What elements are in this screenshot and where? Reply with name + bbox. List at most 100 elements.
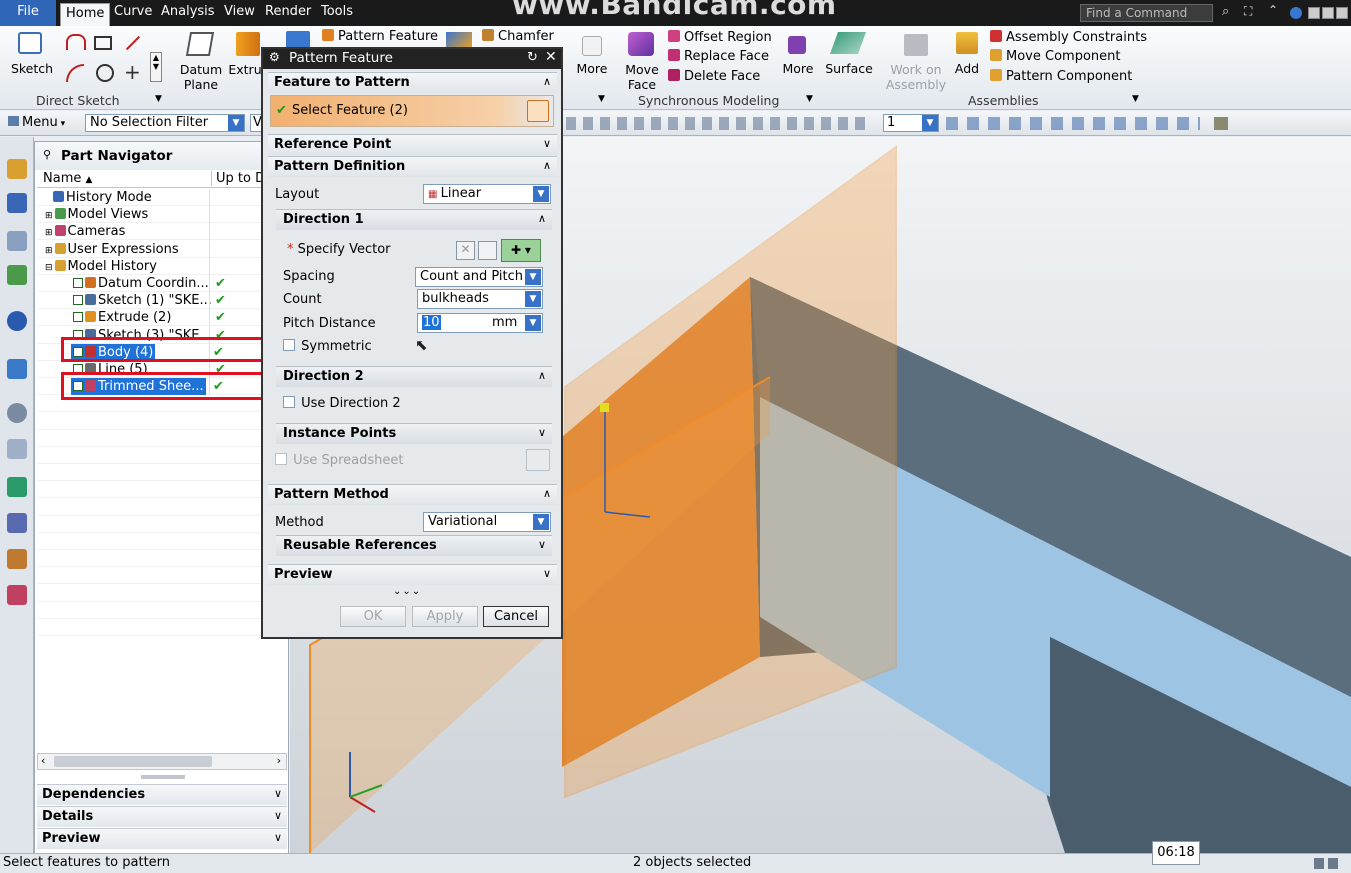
roles-tab-icon[interactable] — [7, 477, 27, 497]
more-sync-button[interactable]: More — [778, 61, 818, 76]
assemblies-dropdown-icon[interactable]: ▼ — [1132, 94, 1139, 104]
csys-origin-handle[interactable] — [600, 403, 609, 412]
add-component-icon[interactable] — [956, 32, 978, 54]
users-tab-icon[interactable] — [7, 549, 27, 569]
vector-type-select[interactable]: ✚ ▾ — [501, 239, 541, 262]
tree-row[interactable]: Sketch (1) "SKE... ✔ — [37, 292, 287, 310]
apply-button[interactable]: Apply — [412, 606, 478, 627]
collapse-ribbon-icon[interactable]: ⌃ — [1268, 3, 1278, 17]
tab-view[interactable]: View — [224, 4, 255, 19]
delete-face-button[interactable]: Delete Face — [668, 69, 760, 84]
help-icon[interactable] — [1290, 7, 1302, 19]
assembly-constraints-button[interactable]: Assembly Constraints — [990, 30, 1147, 45]
tree-row[interactable]: ⊞ Cameras — [37, 223, 287, 241]
vector-dialog-icon[interactable] — [478, 241, 497, 260]
details-panel[interactable]: Details ∨ — [37, 806, 287, 827]
symmetric-checkbox[interactable]: Symmetric — [283, 339, 372, 354]
expression-menu-icon[interactable]: ▼ — [525, 315, 541, 331]
palette-tab-icon[interactable] — [7, 585, 27, 605]
more-sync-icon[interactable] — [788, 36, 806, 54]
pin-icon[interactable]: ⚲ — [43, 148, 51, 161]
close-window-button[interactable] — [1336, 7, 1348, 19]
preview-panel[interactable]: Preview ∨ — [37, 828, 287, 849]
reset-icon[interactable]: ↻ — [527, 50, 538, 65]
minimize-button[interactable] — [1308, 7, 1320, 19]
select-feature-row[interactable]: ✔ Select Feature (2) — [270, 95, 554, 127]
spacing-select[interactable]: Count and Pitch ▼ — [415, 267, 543, 287]
gear-icon[interactable]: ⚙ — [269, 50, 280, 64]
tab-home[interactable]: Home — [60, 3, 111, 26]
expand-toggle-icon[interactable]: ⊞ — [45, 246, 53, 256]
move-component-button[interactable]: Move Component — [990, 49, 1120, 64]
surface-icon[interactable] — [829, 32, 867, 54]
datum-plane-button[interactable]: Datum Plane — [178, 62, 224, 92]
status-icons[interactable] — [1314, 858, 1342, 869]
tree-row[interactable]: Datum Coordin... ✔ — [37, 275, 287, 292]
column-up-to-date[interactable]: Up to D — [211, 171, 265, 186]
sketch-icon[interactable] — [18, 32, 42, 54]
tree-row[interactable]: ⊟ Model History — [37, 257, 287, 275]
history-tab-icon[interactable] — [7, 359, 27, 379]
constraint-navigator-tab-icon[interactable] — [7, 231, 27, 251]
feature-checkbox-icon[interactable] — [73, 295, 83, 306]
section-reference-point[interactable]: Reference Point ∨ — [268, 134, 557, 155]
add-component-button[interactable]: Add — [950, 61, 984, 76]
move-face-icon[interactable] — [628, 32, 654, 56]
horizontal-scrollbar[interactable]: ‹ › — [37, 753, 287, 770]
pattern-feature-button[interactable]: Pattern Feature — [322, 29, 438, 44]
move-face-button[interactable]: Move Face — [620, 62, 664, 92]
line-icon[interactable] — [125, 35, 141, 51]
tree-row[interactable]: History Mode — [37, 189, 287, 206]
file-tab[interactable]: File — [0, 0, 56, 26]
cancel-button[interactable]: Cancel — [483, 606, 549, 627]
pattern-component-button[interactable]: Pattern Component — [990, 69, 1132, 84]
use-direction-2-checkbox[interactable]: Use Direction 2 — [283, 396, 401, 411]
point-icon[interactable]: + — [124, 60, 141, 84]
section-reusable-references[interactable]: Reusable References ∨ — [276, 535, 552, 556]
expand-toggle-icon[interactable]: ⊞ — [45, 211, 53, 221]
select-feature-icon[interactable] — [527, 100, 549, 122]
part-navigator-tab-icon[interactable] — [7, 159, 27, 179]
method-select[interactable]: Variational ▼ — [423, 512, 551, 532]
expression-menu-icon[interactable]: ▼ — [525, 291, 541, 307]
group-dropdown-icon[interactable]: ▼ — [155, 94, 162, 104]
extra-toolbar-icon[interactable] — [1214, 117, 1228, 130]
more-feature-button[interactable]: More — [572, 61, 612, 76]
menu-button[interactable]: Menu ▾ — [8, 115, 65, 130]
extrude-button[interactable]: Extru — [228, 62, 262, 77]
section-instance-points[interactable]: Instance Points ∨ — [276, 423, 552, 444]
section-preview[interactable]: Preview ∨ — [268, 564, 557, 585]
section-direction-1[interactable]: Direction 1 ∧ — [276, 209, 552, 230]
surface-button[interactable]: Surface — [822, 61, 876, 76]
tab-tools[interactable]: Tools — [321, 4, 353, 19]
feature-checkbox-icon[interactable] — [73, 278, 83, 288]
tab-analysis[interactable]: Analysis — [161, 4, 215, 19]
replace-face-button[interactable]: Replace Face — [668, 49, 769, 64]
datum-plane-icon[interactable] — [185, 32, 215, 56]
feature-checkbox-icon[interactable] — [73, 312, 83, 323]
reuse-library-tab-icon[interactable] — [7, 265, 27, 285]
view-icons-strip[interactable] — [946, 117, 1200, 130]
chamfer-button[interactable]: Chamfer — [482, 29, 554, 44]
search-icon[interactable]: ⌕ — [1222, 4, 1229, 19]
tree-row[interactable]: Extrude (2) ✔ — [37, 309, 287, 327]
tab-curve[interactable]: Curve — [114, 4, 152, 19]
tree-row[interactable]: ⊞ Model Views — [37, 206, 287, 224]
scroll-left-icon[interactable]: ‹ — [41, 754, 45, 767]
sync-group-dropdown-icon[interactable]: ▼ — [806, 94, 813, 104]
sketch-button[interactable]: Sketch — [8, 61, 56, 76]
system-scenes-tab-icon[interactable] — [7, 513, 27, 533]
sketch-more-arrow-icon[interactable]: ▲ ▼ — [150, 52, 162, 82]
assembly-navigator-tab-icon[interactable] — [7, 193, 27, 213]
count-input[interactable]: bulkheads ▼ — [417, 289, 543, 309]
dependencies-panel[interactable]: Dependencies ∨ — [37, 784, 287, 805]
layout-select[interactable]: ▦ Linear ▼ — [423, 184, 551, 204]
splitter-handle[interactable] — [141, 775, 185, 779]
more-feature-icon[interactable] — [582, 36, 602, 56]
fit-icon[interactable]: ⛶ — [1244, 4, 1252, 19]
offset-region-button[interactable]: Offset Region — [668, 30, 772, 45]
profile-icon[interactable] — [66, 34, 86, 50]
expand-toggle-icon[interactable]: ⊞ — [45, 228, 53, 238]
restore-button[interactable] — [1322, 7, 1334, 19]
section-direction-2[interactable]: Direction 2 ∧ — [276, 366, 552, 387]
